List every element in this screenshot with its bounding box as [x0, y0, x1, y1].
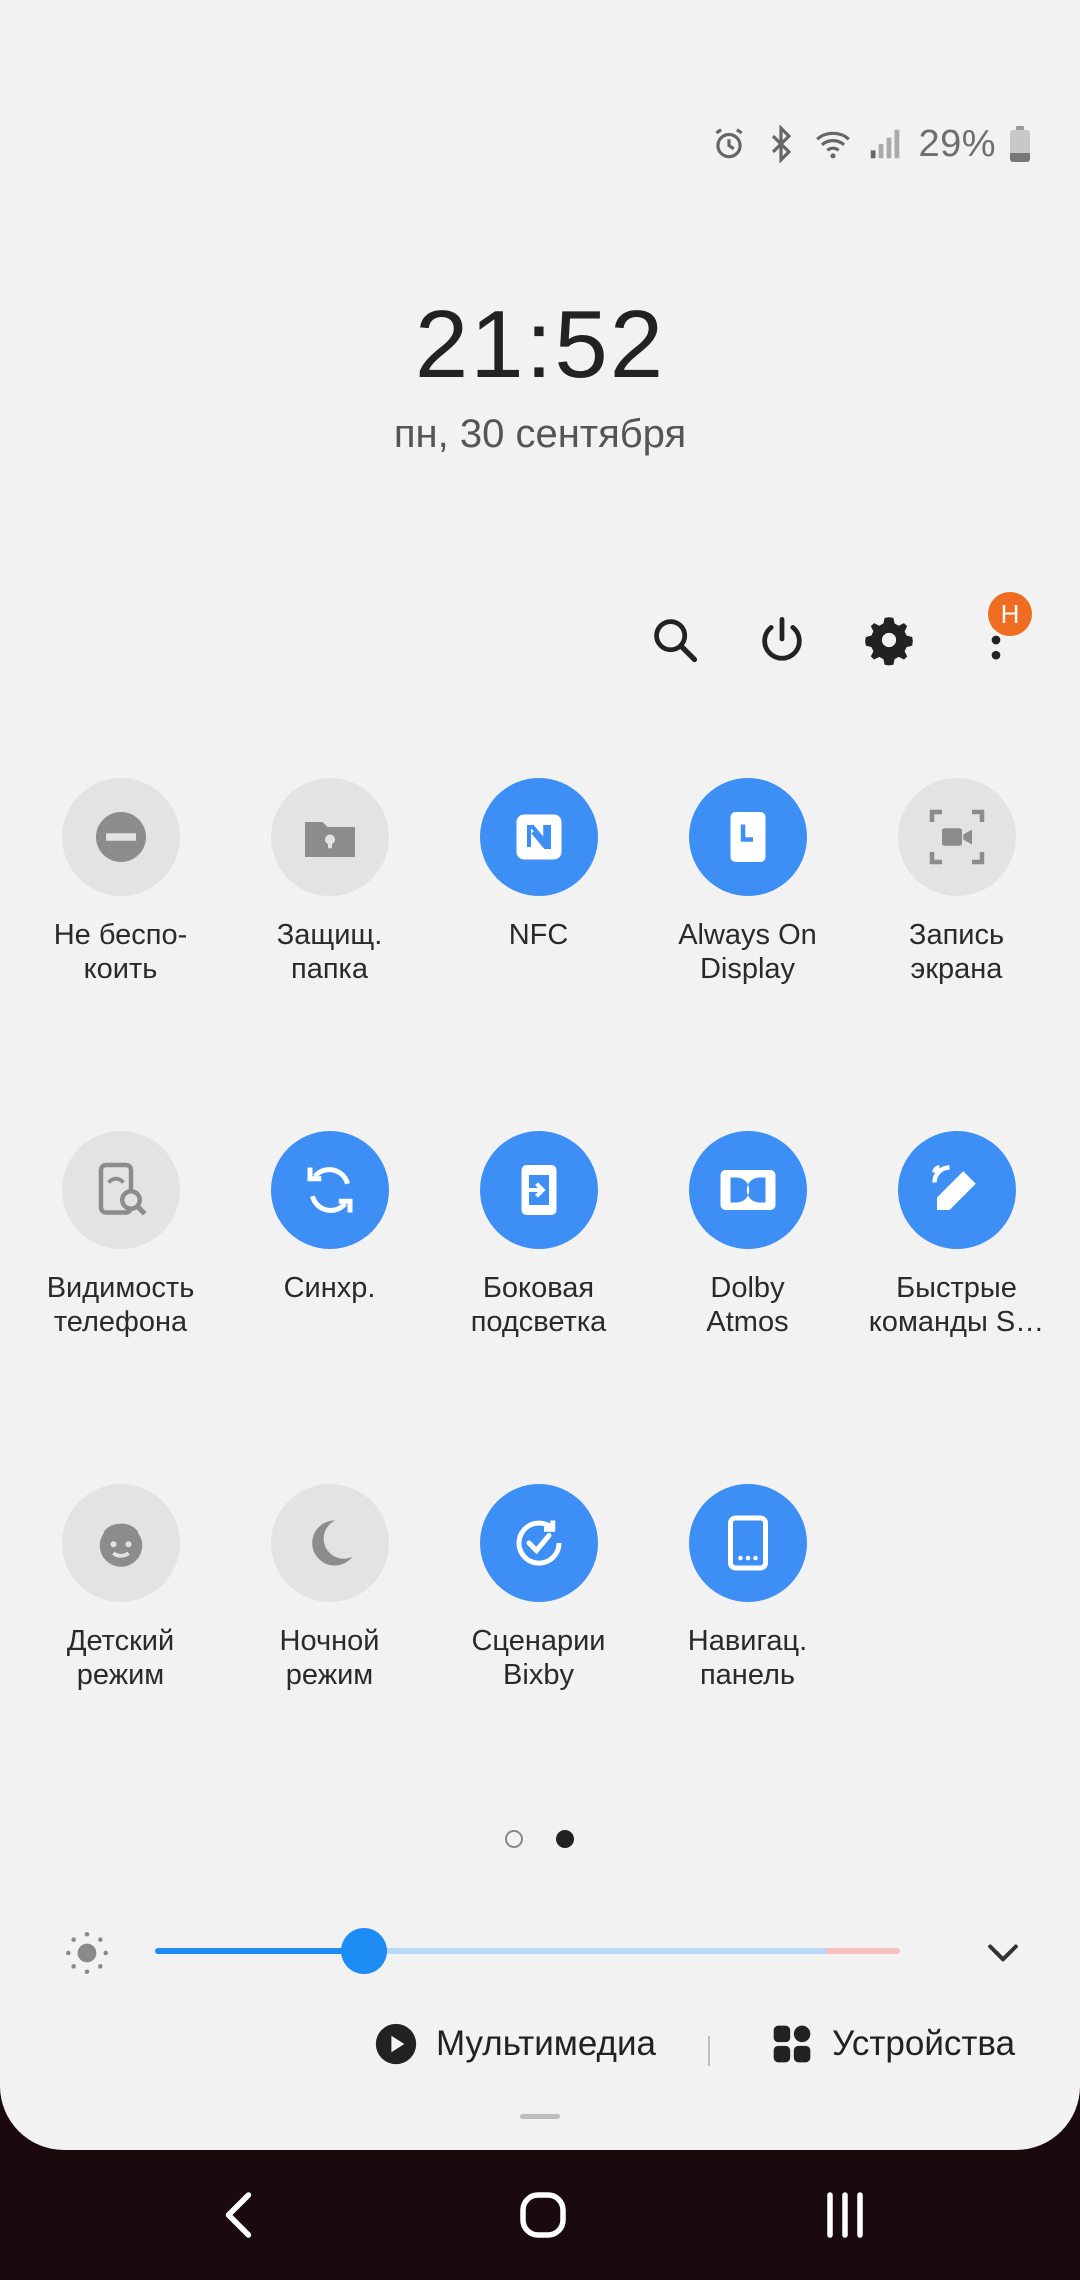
- quick-tile[interactable]: Dolby Atmos: [643, 1131, 852, 1339]
- play-icon: [375, 2023, 417, 2065]
- page-indicator: [0, 1830, 1080, 1854]
- dolby-icon[interactable]: [688, 1131, 807, 1249]
- devices-button[interactable]: Устройства: [770, 2022, 1015, 2066]
- quick-tile-label: Синхр.: [283, 1272, 376, 1304]
- battery-percent: 29%: [918, 122, 996, 165]
- panel-actions: H: [0, 592, 1080, 670]
- quick-tile[interactable]: Сценарии Bixby: [434, 1484, 643, 1692]
- media-devices-row: Мультимедиа Устройства: [0, 2022, 1080, 2082]
- alarm-icon: [710, 125, 748, 163]
- quick-tile-label: Сценарии Bixby: [471, 1625, 606, 1691]
- notification-badge: H: [988, 592, 1032, 636]
- clock-time[interactable]: 21:52: [0, 290, 1080, 400]
- quick-tile-label: Не беспо- коить: [53, 919, 188, 985]
- back-icon[interactable]: [206, 2180, 276, 2250]
- quick-tile[interactable]: Ночной режим: [225, 1484, 434, 1692]
- secure-folder-icon[interactable]: [270, 778, 389, 896]
- sync-icon[interactable]: [270, 1131, 389, 1249]
- nfc-icon[interactable]: [479, 778, 598, 896]
- bixby-routines-icon[interactable]: [479, 1484, 598, 1602]
- screen-record-icon[interactable]: [897, 778, 1016, 896]
- quick-tile-label: Видимость телефона: [46, 1272, 195, 1338]
- search-icon[interactable]: [645, 610, 705, 670]
- power-icon[interactable]: [752, 610, 812, 670]
- navigation-bar: [0, 2150, 1080, 2280]
- recents-icon[interactable]: [810, 2180, 880, 2250]
- navigation-bar-icon[interactable]: [688, 1484, 807, 1602]
- brightness-slider-thumb[interactable]: [341, 1928, 387, 1974]
- quick-tile[interactable]: Боковая подсветка: [434, 1131, 643, 1339]
- page-dot-1[interactable]: [505, 1830, 523, 1848]
- quick-tile[interactable]: Видимость телефона: [16, 1131, 225, 1339]
- quick-tile-label: Боковая подсветка: [470, 1272, 607, 1338]
- quick-tile-label: Защищ. папка: [276, 919, 383, 985]
- brightness-track-warning: [826, 1948, 900, 1954]
- signal-icon: [866, 125, 904, 163]
- phone-visibility-icon[interactable]: [61, 1131, 180, 1249]
- quick-tile-label: Dolby Atmos: [706, 1272, 789, 1338]
- more-icon[interactable]: H: [966, 592, 1032, 670]
- quick-tile-label: Ночной режим: [279, 1625, 380, 1691]
- quick-tile-label: NFC: [508, 919, 569, 951]
- quick-tile[interactable]: Запись экрана: [852, 778, 1061, 986]
- panel-drag-handle[interactable]: [520, 2114, 560, 2119]
- edge-lighting-icon[interactable]: [479, 1131, 598, 1249]
- quick-tile-label: Быстрые команды S…: [868, 1272, 1045, 1338]
- quick-tile[interactable]: Не беспо- коить: [16, 778, 225, 986]
- brightness-sun-icon: [65, 1931, 109, 1975]
- quick-tile[interactable]: Always On Display: [643, 778, 852, 986]
- quick-tile[interactable]: NFC: [434, 778, 643, 952]
- quick-tile-label: Always On Display: [678, 919, 817, 985]
- night-mode-icon[interactable]: [270, 1484, 389, 1602]
- devices-label: Устройства: [832, 2024, 1016, 2063]
- brightness-track-fill: [155, 1948, 364, 1954]
- brightness-control: [0, 1918, 1080, 1978]
- quick-tile[interactable]: Детский режим: [16, 1484, 225, 1692]
- devices-grid-icon: [773, 2025, 811, 2063]
- quick-commands-icon[interactable]: [897, 1131, 1016, 1249]
- media-button[interactable]: Мультимедиа: [374, 2022, 656, 2066]
- quick-tile[interactable]: Защищ. папка: [225, 778, 434, 986]
- clock-date[interactable]: пн, 30 сентября: [0, 412, 1080, 457]
- media-label: Мультимедиа: [436, 2024, 656, 2063]
- do-not-disturb-icon[interactable]: [61, 778, 180, 896]
- quick-tile[interactable]: Синхр.: [225, 1131, 434, 1305]
- quick-tile-label: Запись экрана: [908, 919, 1005, 985]
- quick-tile[interactable]: Быстрые команды S…: [852, 1131, 1061, 1339]
- quick-tile[interactable]: Навигац. панель: [643, 1484, 852, 1692]
- gear-icon[interactable]: [859, 610, 919, 670]
- bluetooth-icon: [762, 125, 800, 163]
- always-on-display-icon[interactable]: [688, 778, 807, 896]
- page-dot-2[interactable]: [556, 1830, 574, 1848]
- quick-tile-label: Навигац. панель: [687, 1625, 808, 1691]
- chevron-down-icon[interactable]: [981, 1930, 1025, 1974]
- divider: [708, 2036, 710, 2066]
- battery-icon: [1010, 126, 1030, 162]
- quick-settings-panel: 29% 21:52 пн, 30 сентября H Не беспо- ко…: [0, 0, 1080, 2150]
- home-icon[interactable]: [508, 2180, 578, 2250]
- status-bar: 29%: [710, 120, 1030, 168]
- kids-mode-icon[interactable]: [61, 1484, 180, 1602]
- quick-tile-label: Детский режим: [66, 1625, 175, 1691]
- wifi-icon: [814, 125, 852, 163]
